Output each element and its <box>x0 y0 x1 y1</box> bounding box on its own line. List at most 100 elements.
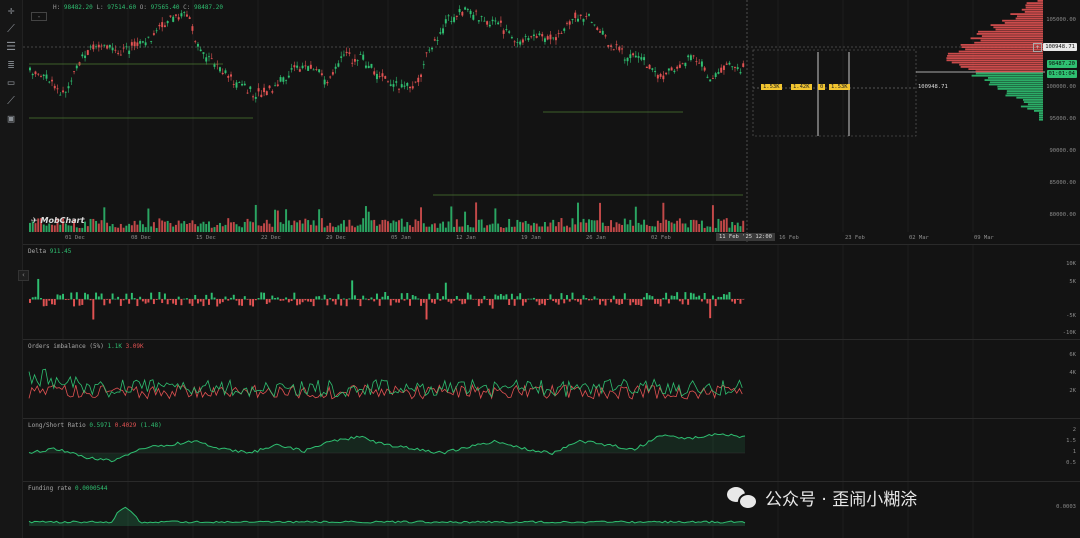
delta-bar <box>389 299 392 306</box>
delta-bar <box>274 297 277 300</box>
delta-bar <box>477 299 480 307</box>
candle-body <box>742 63 745 67</box>
delta-bar <box>185 298 188 300</box>
price-pane[interactable]: H: 98482.20 L: 97514.60 O: 97565.40 C: 9… <box>23 0 1080 245</box>
candle-body <box>516 42 519 43</box>
candle-body <box>136 42 139 46</box>
candle-body <box>532 34 535 36</box>
delta-bar <box>108 299 111 304</box>
candle-body <box>307 66 310 71</box>
price-tick: 85000.00 <box>1049 180 1077 186</box>
candle-body <box>417 77 420 83</box>
candle-body <box>543 38 546 42</box>
volume-bar <box>568 227 571 232</box>
delta-bar <box>312 299 315 307</box>
volume-bar <box>601 222 604 232</box>
candle-body <box>626 57 629 62</box>
candle-body <box>458 9 461 13</box>
candle-body <box>687 55 690 58</box>
candle-body <box>351 62 354 64</box>
delta-bar <box>334 299 337 305</box>
delta-bar <box>681 299 684 305</box>
add-alert-icon[interactable]: + <box>1033 43 1042 52</box>
delta-bar <box>342 298 345 300</box>
delta-bar <box>257 298 260 300</box>
volume-bar <box>687 227 690 232</box>
volume-bar <box>706 226 709 232</box>
volume-profile-bar <box>1027 103 1043 106</box>
candle-body <box>224 70 227 74</box>
delta-bar <box>422 299 425 303</box>
volume-profile-bar <box>1020 105 1043 108</box>
volume-bar <box>411 226 414 232</box>
delta-bar <box>249 299 252 306</box>
candle-body <box>147 36 150 38</box>
candle-body <box>483 20 486 22</box>
candle-body <box>227 75 230 78</box>
candle-body <box>81 54 84 57</box>
candle-body <box>505 29 508 31</box>
delta-bar <box>359 299 362 307</box>
volume-bar <box>290 225 293 232</box>
volume-bar <box>612 227 615 232</box>
candle-body <box>422 64 425 66</box>
candle-body <box>464 7 467 10</box>
volume-bar <box>362 218 365 232</box>
candle-body <box>689 55 692 61</box>
delta-bar <box>560 293 563 300</box>
delta-bar <box>458 299 461 301</box>
volume-bar <box>128 223 131 232</box>
fib-icon[interactable]: ≣ <box>3 58 19 72</box>
camera-icon[interactable]: ▣ <box>3 112 19 126</box>
volume-bar <box>356 225 359 232</box>
volume-profile-bar <box>1039 118 1043 121</box>
volume-bar <box>530 225 533 232</box>
candle-body <box>455 15 458 17</box>
candle-body <box>172 16 175 22</box>
volume-bar <box>420 207 422 232</box>
volume-profile-bar <box>958 50 1043 53</box>
horizontal-lines-icon[interactable]: ☰ <box>3 40 19 54</box>
level-tag: 1.53K <box>761 84 782 90</box>
delta-bar <box>37 278 40 300</box>
volume-bar <box>147 208 150 232</box>
wechat-icon <box>727 485 758 510</box>
price-tick: 90000.00 <box>1049 148 1077 154</box>
delta-bar <box>645 293 648 300</box>
volume-profile-bar <box>990 24 1043 26</box>
measure-icon[interactable]: ⟋ <box>3 94 19 108</box>
candle-body <box>670 67 673 71</box>
candle-body <box>208 56 210 58</box>
trendline-icon[interactable]: ⟋ <box>3 22 19 36</box>
delta-bar <box>532 297 535 300</box>
candle-body <box>709 79 712 82</box>
delta-bar <box>472 299 475 300</box>
candle-body <box>568 21 571 25</box>
delta-bar <box>546 299 549 300</box>
price-chart[interactable] <box>23 0 1080 244</box>
orders-imbalance-pane[interactable]: Orders imbalance (5%) 1.1K 3.09K 6K 4K 2… <box>23 340 1080 419</box>
volume-bar <box>497 223 500 232</box>
volume-bar <box>414 219 417 232</box>
collapse-indicators-button[interactable]: ⌄ <box>31 12 47 21</box>
date-tick: 26 Jan <box>586 235 606 241</box>
delta-bar <box>703 292 706 300</box>
delta-bar <box>147 299 150 303</box>
candle-body <box>364 65 367 68</box>
crosshair-icon[interactable]: ✛ <box>3 4 19 18</box>
rectangle-icon[interactable]: ▭ <box>3 76 19 90</box>
delta-pane[interactable]: Delta 911.45 10K 5K -5K -10K <box>23 245 1080 340</box>
candle-body <box>114 49 117 51</box>
delta-bar <box>320 298 323 300</box>
volume-bar <box>100 220 103 232</box>
funding-rate-pane[interactable]: Funding rate 0.0000544 0.0003 <box>23 482 1080 538</box>
volume-bar <box>720 220 723 232</box>
volume-bar <box>725 218 728 232</box>
delta-bar <box>331 299 334 302</box>
delta-bar <box>191 299 194 306</box>
date-tick: 08 Dec <box>131 235 151 241</box>
candle-body <box>571 19 574 21</box>
long-short-pane[interactable]: Long/Short Ratio 0.5971 0.4029 (1.48) 2 … <box>23 419 1080 482</box>
volume-bar <box>78 227 81 232</box>
volume-bar <box>599 202 601 232</box>
